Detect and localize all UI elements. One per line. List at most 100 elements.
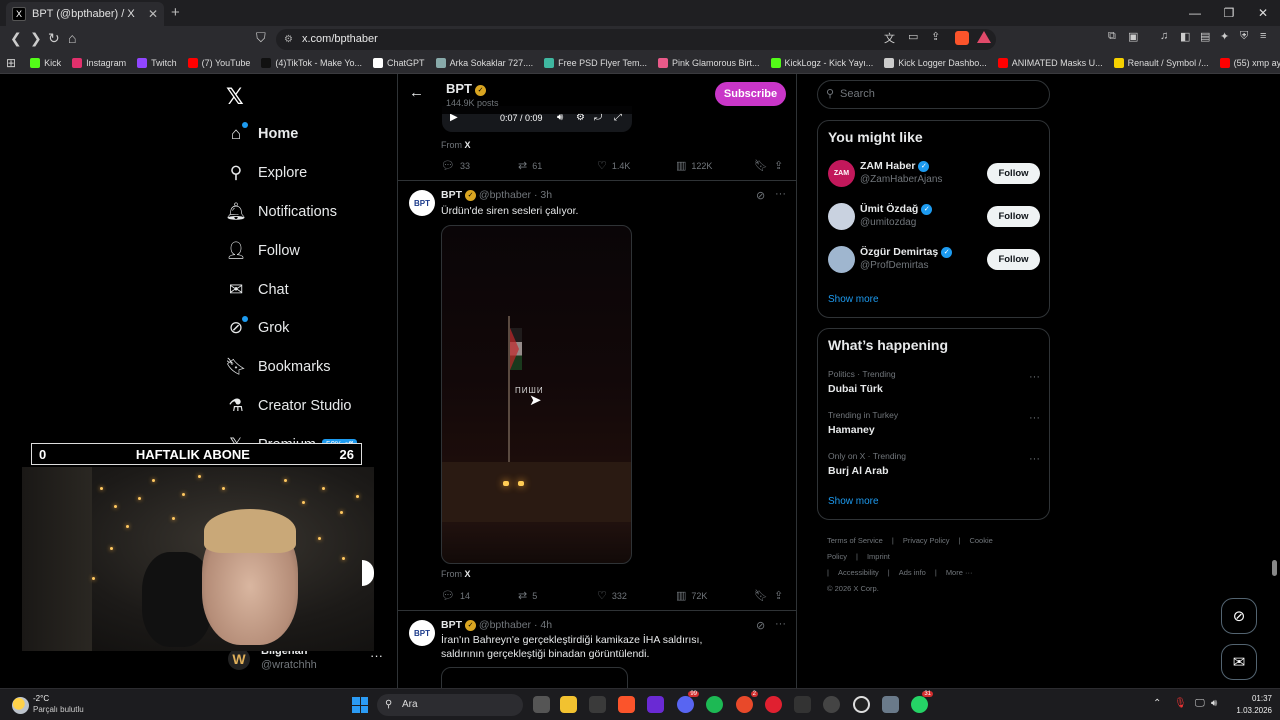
discord-icon[interactable]: 99 <box>677 691 699 713</box>
footer-link[interactable]: Imprint <box>867 552 890 561</box>
media-icon[interactable]: ♫ <box>1160 30 1168 42</box>
reload-icon[interactable]: ↻ <box>48 30 60 47</box>
home-browser-icon[interactable]: ⌂ <box>68 30 76 46</box>
obs-icon[interactable] <box>853 696 870 713</box>
views-button[interactable]: ▥ 72K <box>676 589 707 602</box>
extensions-icon[interactable]: ⧉ <box>1108 30 1116 43</box>
like-button[interactable]: ♡ 1.4K <box>597 159 630 172</box>
follow-button[interactable]: Follow <box>987 249 1040 270</box>
nav-item-notifications[interactable]: 🔔︎ Notifications <box>225 199 337 225</box>
suggested-user[interactable]: Ümit Özdağ ✓ @umitozdag Follow <box>828 202 1040 234</box>
search-input[interactable]: ⚲ Search <box>817 80 1050 109</box>
grok-explain-icon[interactable]: ⊘ <box>756 189 765 202</box>
show-more-link[interactable]: Show more <box>828 496 879 507</box>
bookmark-item[interactable]: Kick Logger Dashbo... <box>884 58 987 68</box>
follow-button[interactable]: Follow <box>987 206 1040 227</box>
back-arrow-icon[interactable]: ← <box>409 84 424 101</box>
tweet-video[interactable]: ПИШИ ➤ <box>441 225 632 564</box>
minimize-icon[interactable]: — <box>1178 0 1212 26</box>
bookmark-button[interactable]: 🔖︎ <box>754 589 768 602</box>
bookmark-item[interactable]: ChatGPT <box>373 58 425 68</box>
trend-more-icon[interactable]: ··· <box>1029 453 1040 465</box>
trend-more-icon[interactable]: ··· <box>1029 371 1040 383</box>
views-button[interactable]: ▥ 122K <box>676 159 712 172</box>
leo-ai-icon[interactable]: ✦ <box>1220 30 1229 43</box>
scrollbar[interactable] <box>1272 560 1277 576</box>
nav-item-chat[interactable]: ✉ Chat <box>226 277 289 303</box>
back-icon[interactable]: ❮ <box>10 30 22 47</box>
trend-item[interactable]: Politics · Trending Dubai Türk ··· <box>828 369 1040 397</box>
mic-icon[interactable]: 🎙︎ <box>1174 698 1187 709</box>
network-icon[interactable]: 🖵︎ <box>1195 698 1205 709</box>
share-button[interactable]: ⇪ <box>774 589 783 602</box>
forward-icon[interactable]: ❯ <box>30 30 42 47</box>
spotify-icon[interactable] <box>706 696 723 713</box>
grok-fab-icon[interactable]: ⊘ <box>1221 598 1257 634</box>
suggested-user[interactable]: ZAM ZAM Haber ✓ @ZamHaberAjans Follow <box>828 159 1040 191</box>
steam-icon[interactable] <box>823 696 840 713</box>
bookmark-item[interactable]: Pink Glamorous Birt... <box>657 58 760 68</box>
browser-tab[interactable]: X BPT (@bpthaber) / X ✕ <box>6 2 164 26</box>
bookmark-item[interactable]: (7) YouTube <box>187 58 250 68</box>
footer-link[interactable]: Ads info <box>899 568 926 577</box>
tweet-avatar[interactable]: BPT <box>409 190 435 216</box>
reply-button[interactable]: 💬︎ 33 <box>441 159 470 172</box>
subscribe-button[interactable]: Subscribe <box>715 82 786 106</box>
footer-link[interactable]: Privacy Policy <box>903 536 950 545</box>
nav-item-bookmarks[interactable]: 🔖︎ Bookmarks <box>225 354 330 380</box>
brave-icon[interactable] <box>618 696 635 713</box>
share-button[interactable]: ⇪ <box>774 159 783 172</box>
nav-item-creator-studio[interactable]: ⚗ Creator Studio <box>226 393 351 419</box>
bookmark-item[interactable]: Arka Sokaklar 727.... <box>435 58 533 68</box>
menu-icon[interactable]: ≡ <box>1260 30 1266 42</box>
brave-shield-icon[interactable] <box>955 31 969 45</box>
tweet-more-icon[interactable]: ··· <box>775 188 786 200</box>
site-settings-icon[interactable]: ⚙ <box>284 29 293 50</box>
bookmark-item[interactable]: Instagram <box>72 58 126 68</box>
wallet-icon[interactable]: ▤ <box>1200 30 1210 43</box>
trend-more-icon[interactable]: ··· <box>1029 412 1040 424</box>
settings-app-icon[interactable] <box>882 696 899 713</box>
nzxt-icon[interactable] <box>647 696 664 713</box>
nav-item-follow[interactable]: 👤︎ Follow <box>225 238 300 264</box>
app-icon[interactable]: 2 <box>736 691 758 713</box>
close-window-icon[interactable]: ✕ <box>1246 0 1280 26</box>
follow-button[interactable]: Follow <box>987 163 1040 184</box>
footer-link[interactable]: © 2026 X Corp. <box>827 584 879 593</box>
apps-grid-icon[interactable]: ⊞ <box>6 56 16 70</box>
x-logo-icon[interactable]: 𝕏 <box>226 84 244 110</box>
file-explorer-icon[interactable] <box>560 696 577 713</box>
new-tab-button[interactable]: + <box>171 4 180 21</box>
suggested-user[interactable]: Özgür Demirtaş ✓ @ProfDemirtas Follow <box>828 245 1040 277</box>
bookmark-item[interactable]: Twitch <box>137 58 177 68</box>
user-avatar[interactable]: ZAM <box>828 160 855 187</box>
bookmark-button[interactable]: 🔖︎ <box>754 159 768 172</box>
brave-rewards-icon[interactable] <box>977 31 991 43</box>
bookmark-item[interactable]: ANIMATED Masks U... <box>997 58 1103 68</box>
reply-button[interactable]: 💬︎ 14 <box>441 589 470 602</box>
close-tab-icon[interactable]: ✕ <box>148 7 158 21</box>
capcut-icon[interactable] <box>794 696 811 713</box>
user-avatar[interactable] <box>828 246 855 273</box>
nav-item-home[interactable]: ⌂ Home <box>226 121 298 147</box>
taskbar-search[interactable]: ⚲ Ara <box>377 694 523 716</box>
nav-item-explore[interactable]: ⚲ Explore <box>226 160 307 186</box>
nav-item-grok[interactable]: ⊘ Grok <box>226 315 289 341</box>
like-button[interactable]: ♡ 332 <box>597 589 627 602</box>
trend-item[interactable]: Trending in Turkey Hamaney ··· <box>828 410 1040 438</box>
clock[interactable]: 01:37 1.03.2026 <box>1232 693 1272 717</box>
bookmark-item[interactable]: (4)TikTok - Make Yo... <box>261 58 362 68</box>
bookmark-item[interactable]: KickLogz - Kick Yayı... <box>770 58 873 68</box>
opera-icon[interactable] <box>765 696 782 713</box>
tweet-media-preview[interactable] <box>441 667 628 688</box>
sidebar-toggle-icon[interactable]: ◧ <box>1180 30 1190 43</box>
bookmark-item[interactable]: Kick <box>30 58 61 68</box>
task-view-icon[interactable] <box>533 696 550 713</box>
user-avatar[interactable] <box>828 203 855 230</box>
bookmark-item[interactable]: (55) xmp ayarları - Y... <box>1219 58 1280 68</box>
store-icon[interactable] <box>589 696 606 713</box>
whatsapp-icon[interactable]: 31 <box>911 691 933 713</box>
trend-item[interactable]: Only on X · Trending Burj Al Arab ··· <box>828 451 1040 479</box>
tweet-more-icon[interactable]: ··· <box>775 618 786 630</box>
vpn-icon[interactable]: ⛨ <box>1240 30 1248 43</box>
